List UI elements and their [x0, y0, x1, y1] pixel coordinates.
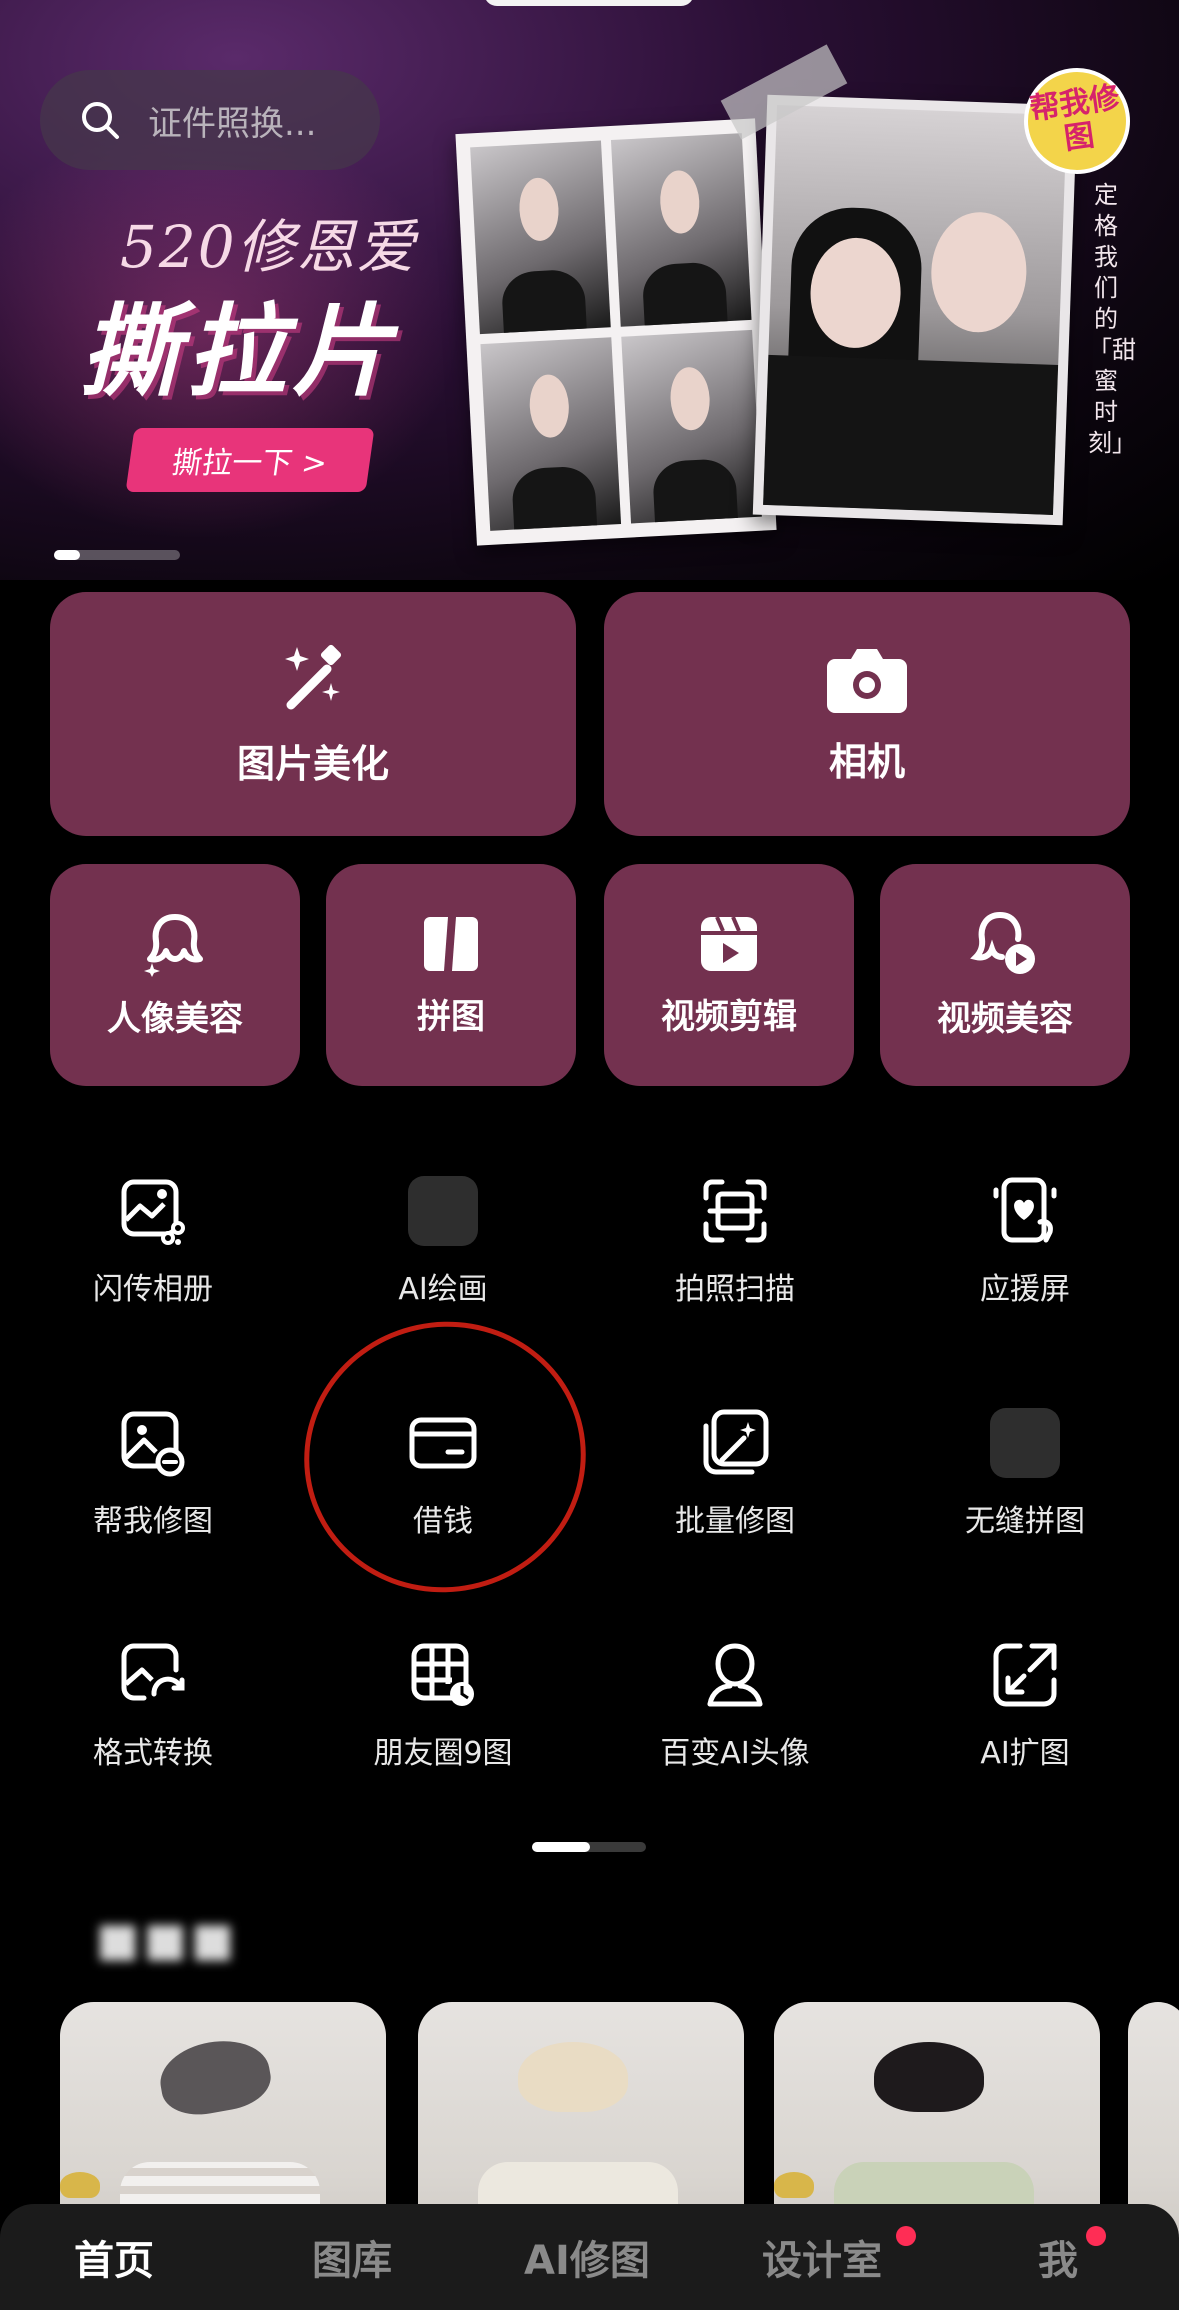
tile-label: 视频美容	[937, 998, 1073, 1039]
tool-label: 批量修图	[675, 1504, 795, 1539]
video-portrait-icon	[970, 911, 1035, 974]
tile-video-beauty[interactable]: 视频美容	[880, 864, 1130, 1086]
tool-label: 帮我修图	[93, 1504, 213, 1539]
banner-cta-button[interactable]: 撕拉一下 >	[125, 428, 375, 492]
video-clapper-icon	[701, 915, 757, 971]
portrait-sparkle-icon	[144, 913, 203, 977]
couple-photo-image	[752, 94, 1078, 526]
tool-batch-retouch[interactable]: 批量修图	[590, 1408, 880, 1540]
blurred-section-title: ■■■	[96, 1912, 239, 1966]
placeholder-icon	[990, 1408, 1060, 1478]
nav-gallery[interactable]: 图库	[312, 2228, 392, 2286]
promo-banner[interactable]: 证件照换... 520修恩爱 撕拉片 撕拉一下 > 帮我修图 定格我们的「甜蜜时…	[0, 0, 1179, 580]
expand-icon	[993, 1643, 1057, 1707]
tile-label: 拼图	[417, 996, 485, 1037]
camera-icon	[827, 648, 907, 713]
tool-label: 格式转换	[93, 1736, 213, 1771]
tool-label: 朋友圈9图	[373, 1736, 513, 1771]
tile-label: 相机	[828, 739, 905, 784]
phone-heart-icon	[993, 1177, 1057, 1243]
tile-video-edit[interactable]: 视频剪辑	[604, 864, 854, 1086]
tool-seamless-collage[interactable]: 无缝拼图	[880, 1408, 1170, 1540]
tool-photo-scan[interactable]: 拍照扫描	[590, 1176, 880, 1308]
notification-dot	[1086, 2226, 1106, 2246]
tool-label: 闪传相册	[93, 1272, 213, 1307]
nav-home[interactable]: 首页	[74, 2228, 154, 2286]
tool-cheer-screen[interactable]: 应援屏	[880, 1176, 1170, 1308]
dynamic-island	[484, 0, 694, 6]
tool-label: 拍照扫描	[675, 1272, 795, 1307]
tile-label: 图片美化	[236, 741, 389, 786]
tool-label: 无缝拼图	[965, 1504, 1085, 1539]
format-convert-icon	[121, 1643, 185, 1701]
tile-camera[interactable]: 相机	[604, 592, 1130, 836]
tile-label: 视频剪辑	[661, 996, 797, 1037]
tool-help-retouch[interactable]: 帮我修图	[8, 1408, 298, 1540]
annotation-circle	[279, 1295, 611, 1619]
bottom-nav: 首页 图库 AI修图 设计室 我	[0, 2204, 1179, 2310]
ai-avatar-icon	[707, 1643, 763, 1707]
tool-label: AI扩图	[980, 1736, 1070, 1771]
tile-photo-beautify[interactable]: 图片美化	[50, 592, 576, 836]
grid-nine-icon	[411, 1643, 474, 1706]
photo-strip-image	[455, 118, 777, 546]
search-icon	[82, 102, 119, 139]
collage-icon	[424, 916, 478, 971]
search-bar[interactable]: 证件照换...	[40, 70, 380, 170]
tile-label: 人像美容	[107, 998, 243, 1039]
tool-label: 应援屏	[980, 1272, 1070, 1307]
banner-page-indicator	[54, 550, 180, 560]
banner-vertical-text: 定格我们的「甜蜜时刻」	[1088, 181, 1136, 457]
tool-ai-painting[interactable]: AI绘画	[298, 1176, 588, 1308]
tool-ai-expand[interactable]: AI扩图	[880, 1640, 1170, 1772]
magic-wand-icon	[285, 644, 342, 709]
scan-icon	[703, 1179, 767, 1243]
tool-label: AI绘画	[398, 1272, 488, 1307]
nav-me[interactable]: 我	[1038, 2228, 1078, 2286]
batch-edit-icon	[703, 1409, 769, 1475]
placeholder-icon	[408, 1176, 478, 1246]
tool-flash-album[interactable]: 闪传相册	[8, 1176, 298, 1308]
album-share-icon	[121, 1179, 185, 1245]
nav-design-studio[interactable]: 设计室	[762, 2228, 882, 2286]
retouch-help-icon	[121, 1411, 185, 1477]
tile-collage[interactable]: 拼图	[326, 864, 576, 1086]
search-placeholder: 证件照换...	[148, 103, 317, 144]
banner-title: 撕拉片	[80, 293, 398, 410]
tool-label: 百变AI头像	[660, 1736, 810, 1771]
tools-page-indicator	[532, 1842, 646, 1852]
tool-format-convert[interactable]: 格式转换	[8, 1640, 298, 1772]
tile-portrait-beauty[interactable]: 人像美容	[50, 864, 300, 1086]
tool-moments-nine-grid[interactable]: 朋友圈9图	[298, 1640, 588, 1772]
nav-ai-retouch[interactable]: AI修图	[524, 2228, 650, 2286]
notification-dot	[896, 2226, 916, 2246]
tool-ai-avatar[interactable]: 百变AI头像	[590, 1640, 880, 1772]
